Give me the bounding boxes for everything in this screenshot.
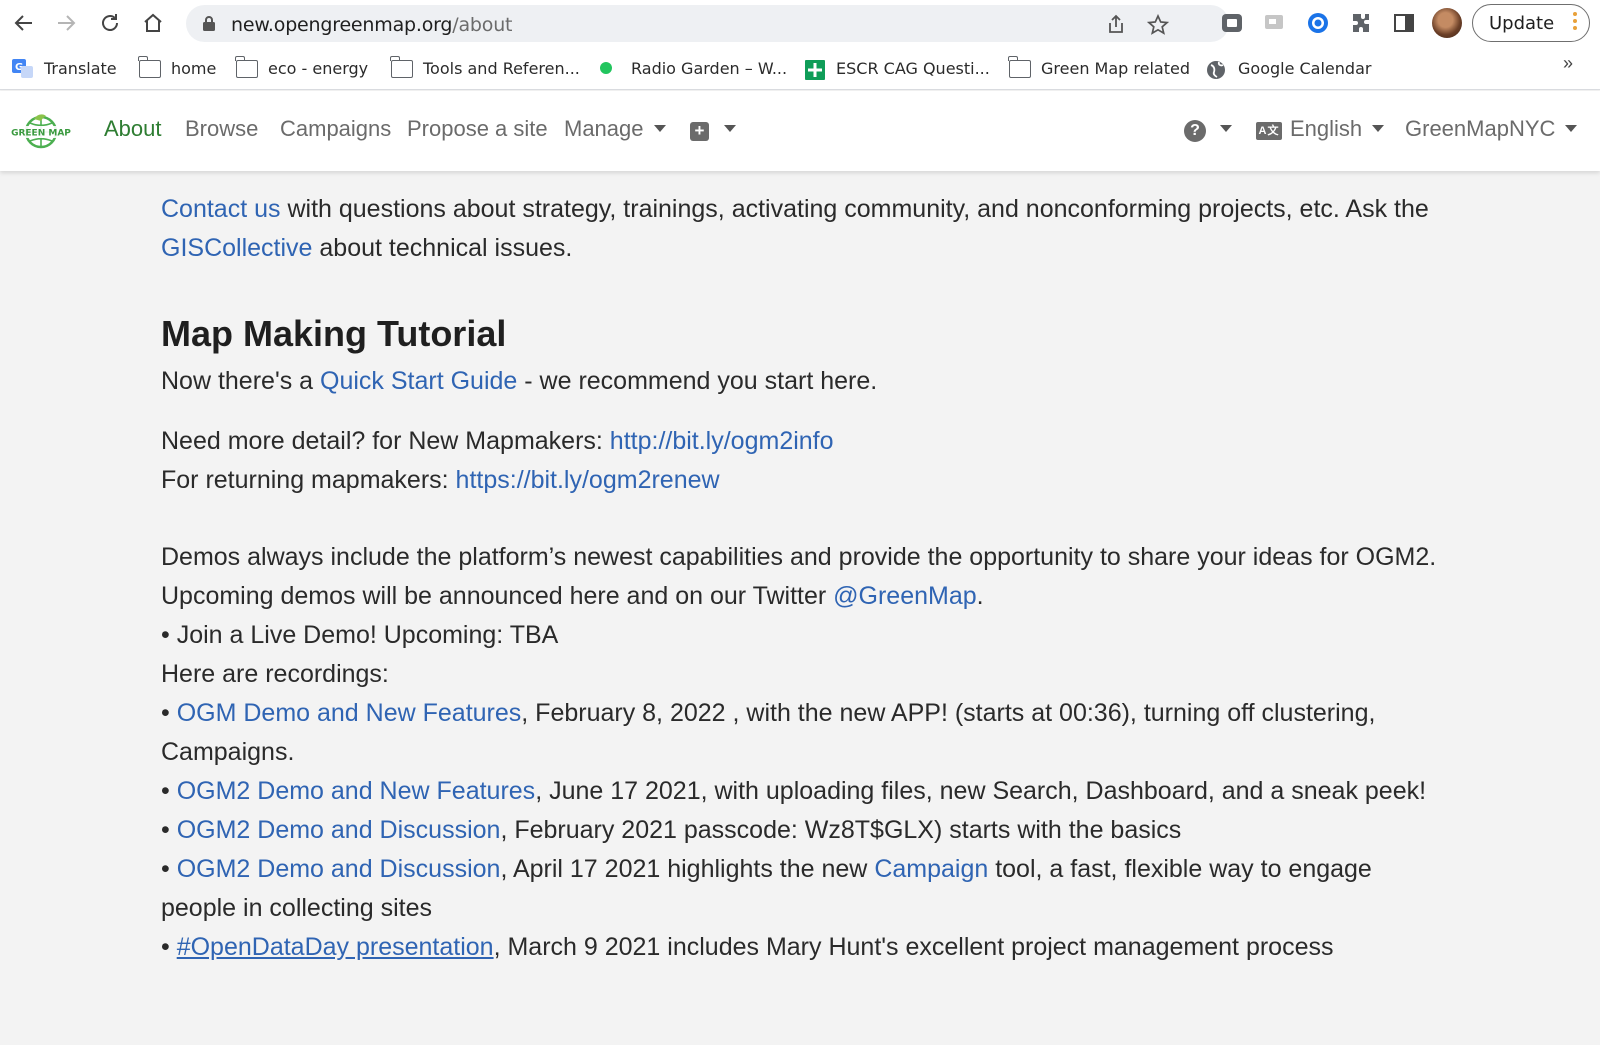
list-item: • OGM2 Demo and New Features, June 17 20… (161, 777, 1427, 805)
cast-icon[interactable] (1263, 11, 1287, 35)
bookmark-google-calendar[interactable]: Google Calendar (1206, 56, 1371, 80)
bookmark-tools-and-reference[interactable]: Tools and Referen... (390, 56, 580, 80)
list-item: • OGM Demo and New Features, February 8,… (161, 699, 1376, 766)
svg-text:GREEN MAP: GREEN MAP (11, 129, 71, 139)
bookmark-radio-garden[interactable]: Radio Garden – W... (599, 56, 787, 80)
contact-us-link[interactable]: Contact us (161, 195, 281, 223)
chevron-down-icon (1372, 124, 1385, 132)
avatar[interactable] (1432, 8, 1462, 38)
recording-link[interactable]: OGM2 Demo and Discussion (177, 816, 501, 844)
twitter-link[interactable]: @GreenMap (833, 582, 977, 610)
green-map-logo[interactable]: GREEN MAP (10, 112, 72, 152)
green-dot-icon (599, 59, 621, 77)
account-dropdown[interactable]: GreenMapNYC (1405, 116, 1578, 142)
upcoming-demos-line: Upcoming demos will be announced here an… (161, 582, 984, 610)
bookmarks-bar: G Translate home eco - energy Tools and … (0, 46, 1600, 90)
extension-icon[interactable] (1220, 11, 1244, 35)
contact-paragraph: Contact us with questions about strategy… (161, 195, 1429, 262)
reload-icon[interactable] (96, 9, 124, 37)
list-item: • OGM2 Demo and Discussion, February 202… (161, 816, 1182, 844)
recording-link[interactable]: OGM Demo and New Features (177, 699, 522, 727)
menu-dots-icon (1573, 12, 1577, 33)
language-dropdown[interactable]: English (1290, 116, 1385, 142)
quick-start-paragraph: Now there's a Quick Start Guide - we rec… (161, 367, 878, 395)
chevron-down-icon (724, 124, 736, 132)
chevron-down-icon (1220, 124, 1232, 132)
recordings-label: Here are recordings: (161, 660, 389, 688)
lock-icon (202, 15, 216, 37)
nav-about[interactable]: About (104, 116, 162, 142)
ogm2renew-link[interactable]: https://bit.ly/ogm2renew (456, 466, 720, 494)
help-icon[interactable]: ? (1184, 120, 1206, 142)
add-dropdown-caret[interactable] (714, 116, 736, 142)
about-content: Contact us with questions about strategy… (161, 190, 1451, 967)
add-icon[interactable]: + (690, 122, 709, 141)
translate-icon: G (12, 59, 34, 78)
ogm2info-link[interactable]: http://bit.ly/ogm2info (610, 427, 834, 455)
forward-icon[interactable] (52, 9, 80, 37)
folder-icon (138, 56, 161, 78)
update-button[interactable]: Update (1472, 4, 1590, 42)
nav-manage-dropdown[interactable]: Manage (564, 116, 666, 142)
share-icon[interactable] (1106, 14, 1126, 39)
quick-start-guide-link[interactable]: Quick Start Guide (320, 367, 517, 395)
bookmark-home[interactable]: home (138, 56, 216, 80)
recording-link[interactable]: OGM2 Demo and New Features (177, 777, 535, 805)
nav-browse[interactable]: Browse (185, 116, 258, 142)
folder-icon (235, 56, 258, 78)
nav-campaigns[interactable]: Campaigns (280, 116, 391, 142)
new-mapmakers-line: Need more detail? for New Mapmakers: htt… (161, 427, 834, 455)
chevron-down-icon (653, 124, 666, 132)
section-heading: Map Making Tutorial (161, 313, 507, 354)
recording-link[interactable]: OGM2 Demo and Discussion (177, 855, 501, 883)
nav-propose-a-site[interactable]: Propose a site (407, 116, 548, 142)
giscollective-link[interactable]: GISCollective (161, 234, 312, 262)
sidepanel-icon[interactable] (1392, 11, 1416, 35)
back-icon[interactable] (10, 9, 38, 37)
globe-icon (1206, 59, 1228, 79)
bookmark-green-map-related[interactable]: Green Map related (1008, 56, 1190, 80)
campaign-link[interactable]: Campaign (874, 855, 988, 883)
url-text: new.opengreenmap.org/about (231, 14, 513, 36)
folder-icon (1008, 56, 1031, 78)
list-item: • OGM2 Demo and Discussion, April 17 202… (161, 855, 1372, 922)
language-icon: A文 (1256, 122, 1282, 140)
browser-toolbar: new.opengreenmap.org/about Update (0, 0, 1600, 46)
star-icon[interactable] (1146, 13, 1170, 41)
chevron-down-icon (1565, 124, 1578, 132)
site-navbar: GREEN MAP About Browse Campaigns Propose… (0, 91, 1600, 171)
home-icon[interactable] (139, 9, 167, 37)
sheets-icon (804, 59, 826, 80)
bookmark-escr-cag[interactable]: ESCR CAG Questi... (804, 56, 990, 80)
live-demo-line: • Join a Live Demo! Upcoming: TBA (161, 621, 559, 649)
demos-paragraph: Demos always include the platform’s newe… (161, 543, 1437, 571)
address-bar[interactable]: new.opengreenmap.org/about (186, 5, 1229, 42)
list-item: • #OpenDataDay presentation, March 9 202… (161, 933, 1334, 961)
help-dropdown-caret[interactable] (1210, 116, 1232, 142)
bookmark-translate[interactable]: G Translate (12, 56, 117, 80)
puzzle-icon[interactable] (1349, 11, 1373, 35)
record-icon[interactable] (1306, 11, 1330, 35)
returning-mapmakers-line: For returning mapmakers: https://bit.ly/… (161, 466, 720, 494)
bookmarks-overflow-button[interactable]: » (1563, 53, 1573, 74)
bookmark-eco-energy[interactable]: eco - energy (235, 56, 368, 80)
recording-link[interactable]: #OpenDataDay presentation (177, 933, 494, 961)
folder-icon (390, 56, 413, 78)
